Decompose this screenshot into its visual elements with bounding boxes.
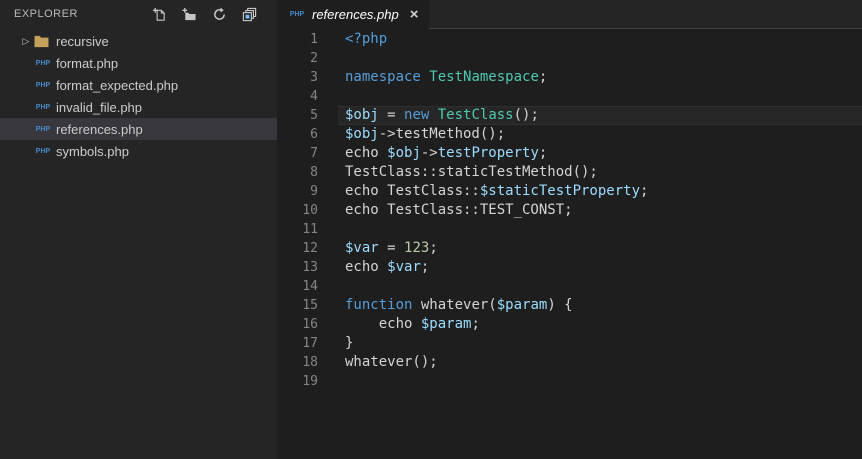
php-file-icon: PHP: [35, 81, 51, 89]
new-folder-icon[interactable]: [181, 6, 197, 22]
file-tree: ▷ recursive PHP format.php PHP format_expecte…: [0, 30, 277, 162]
code-line-17[interactable]: 17}: [277, 334, 862, 353]
line-number: 14: [302, 279, 318, 294]
collapse-all-icon[interactable]: [241, 6, 257, 22]
line-number: 1: [310, 32, 318, 47]
folder-icon: [34, 35, 49, 48]
file-label: recursive: [56, 33, 109, 49]
file-label: references.php: [56, 121, 143, 137]
line-number: 11: [302, 222, 318, 237]
code-line-content: [338, 277, 862, 296]
tab-label: references.php: [312, 7, 399, 22]
file-label: format_expected.php: [56, 77, 179, 93]
code-line-content: <?php: [345, 31, 388, 47]
code-line-16[interactable]: 16 echo $param;: [277, 315, 862, 334]
file-row-references-php[interactable]: PHP references.php: [0, 118, 277, 140]
code-line-3[interactable]: 3 namespace TestNamespace;: [277, 68, 862, 87]
code-line-content: echo $obj->testProperty;: [345, 145, 548, 161]
line-number: 18: [302, 355, 318, 370]
code-line-5[interactable]: 5 $obj = new TestClass();: [277, 106, 862, 125]
file-label: symbols.php: [56, 143, 129, 159]
line-number: 12: [302, 241, 318, 256]
php-file-icon: PHP: [35, 125, 51, 133]
code-line-content: function whatever($param) {: [345, 297, 573, 313]
file-row-recursive[interactable]: ▷ recursive: [0, 30, 277, 52]
php-file-icon: PHP: [35, 103, 51, 111]
code-line-18[interactable]: 18 whatever();: [277, 353, 862, 372]
code-line-content: namespace TestNamespace;: [345, 69, 548, 85]
explorer-sidebar: EXPLORER ▷ recursive PHP format.php PHP …: [0, 0, 277, 459]
code-line-15[interactable]: 15 function whatever($param) {: [277, 296, 862, 315]
code-line-9[interactable]: 9 echo TestClass::$staticTestProperty;: [277, 182, 862, 201]
code-line-content: [338, 87, 862, 106]
file-row-format-expected-php[interactable]: PHP format_expected.php: [0, 74, 277, 96]
line-number: 7: [310, 146, 318, 161]
code-line-content: echo $var;: [345, 259, 430, 275]
vscode-window: EXPLORER ▷ recursive PHP format.php PHP …: [0, 0, 862, 459]
code-line-2[interactable]: 2: [277, 49, 862, 68]
code-line-1[interactable]: 1 <?php: [277, 30, 862, 49]
code-line-content: [338, 49, 862, 68]
explorer-actions: [151, 6, 257, 22]
chevron-right-icon: ▷: [22, 35, 30, 46]
line-number: 8: [310, 165, 318, 180]
line-number: 5: [310, 108, 318, 123]
line-number: 6: [310, 127, 318, 142]
code-line-content: $var = 123;: [345, 240, 438, 256]
code-line-content: [338, 372, 862, 391]
code-line-8[interactable]: 8 TestClass::staticTestMethod();: [277, 163, 862, 182]
code-line-content: $obj = new TestClass();: [338, 106, 862, 125]
tab-references-php[interactable]: PHP references.php ×: [277, 0, 429, 29]
code-line-11[interactable]: 11: [277, 220, 862, 239]
php-file-icon: PHP: [289, 11, 305, 18]
file-row-symbols-php[interactable]: PHP symbols.php: [0, 140, 277, 162]
line-number: 17: [302, 336, 318, 351]
editor-group: PHP references.php × 1 <?php 2 3 namespace T…: [277, 0, 862, 459]
code-line-content: echo TestClass::TEST_CONST;: [345, 202, 573, 218]
code-line-content: $obj->testMethod();: [345, 126, 506, 142]
file-row-invalid-file-php[interactable]: PHP invalid_file.php: [0, 96, 277, 118]
line-number: 3: [310, 70, 318, 85]
line-number: 16: [302, 317, 318, 332]
file-label: format.php: [56, 55, 119, 71]
code-line-content: whatever();: [345, 354, 438, 370]
line-number: 9: [310, 184, 318, 199]
code-line-13[interactable]: 13 echo $var;: [277, 258, 862, 277]
line-number: 13: [302, 260, 318, 275]
code-line-content: [338, 220, 862, 239]
new-file-icon[interactable]: [151, 6, 167, 22]
code-line-7[interactable]: 7 echo $obj->testProperty;: [277, 144, 862, 163]
tab-bar: PHP references.php ×: [277, 0, 862, 29]
code-line-4[interactable]: 4: [277, 87, 862, 106]
code-line-14[interactable]: 14: [277, 277, 862, 296]
file-label: invalid_file.php: [56, 99, 143, 115]
line-number: 15: [302, 298, 318, 313]
explorer-title: EXPLORER: [14, 8, 78, 20]
code-line-12[interactable]: 12 $var = 123;: [277, 239, 862, 258]
line-number: 10: [302, 203, 318, 218]
line-number: 19: [302, 374, 318, 389]
line-number: 2: [310, 51, 318, 66]
refresh-icon[interactable]: [211, 6, 227, 22]
code-line-10[interactable]: 10 echo TestClass::TEST_CONST;: [277, 201, 862, 220]
close-icon[interactable]: ×: [408, 7, 419, 22]
php-file-icon: PHP: [35, 59, 51, 67]
code-line-content: }: [345, 335, 354, 351]
code-line-6[interactable]: 6 $obj->testMethod();: [277, 125, 862, 144]
line-number: 4: [310, 89, 318, 104]
php-file-icon: PHP: [35, 147, 51, 155]
code-line-19[interactable]: 19: [277, 372, 862, 391]
code-editor[interactable]: 1 <?php 2 3 namespace TestNamespace; 4 5 $obj =…: [277, 29, 862, 459]
code-line-content: TestClass::staticTestMethod();: [345, 164, 598, 180]
code-line-content: echo TestClass::$staticTestProperty;: [345, 183, 649, 199]
code-line-content: echo $param;: [345, 316, 480, 332]
file-row-format-php[interactable]: PHP format.php: [0, 52, 277, 74]
explorer-header: EXPLORER: [0, 0, 277, 28]
